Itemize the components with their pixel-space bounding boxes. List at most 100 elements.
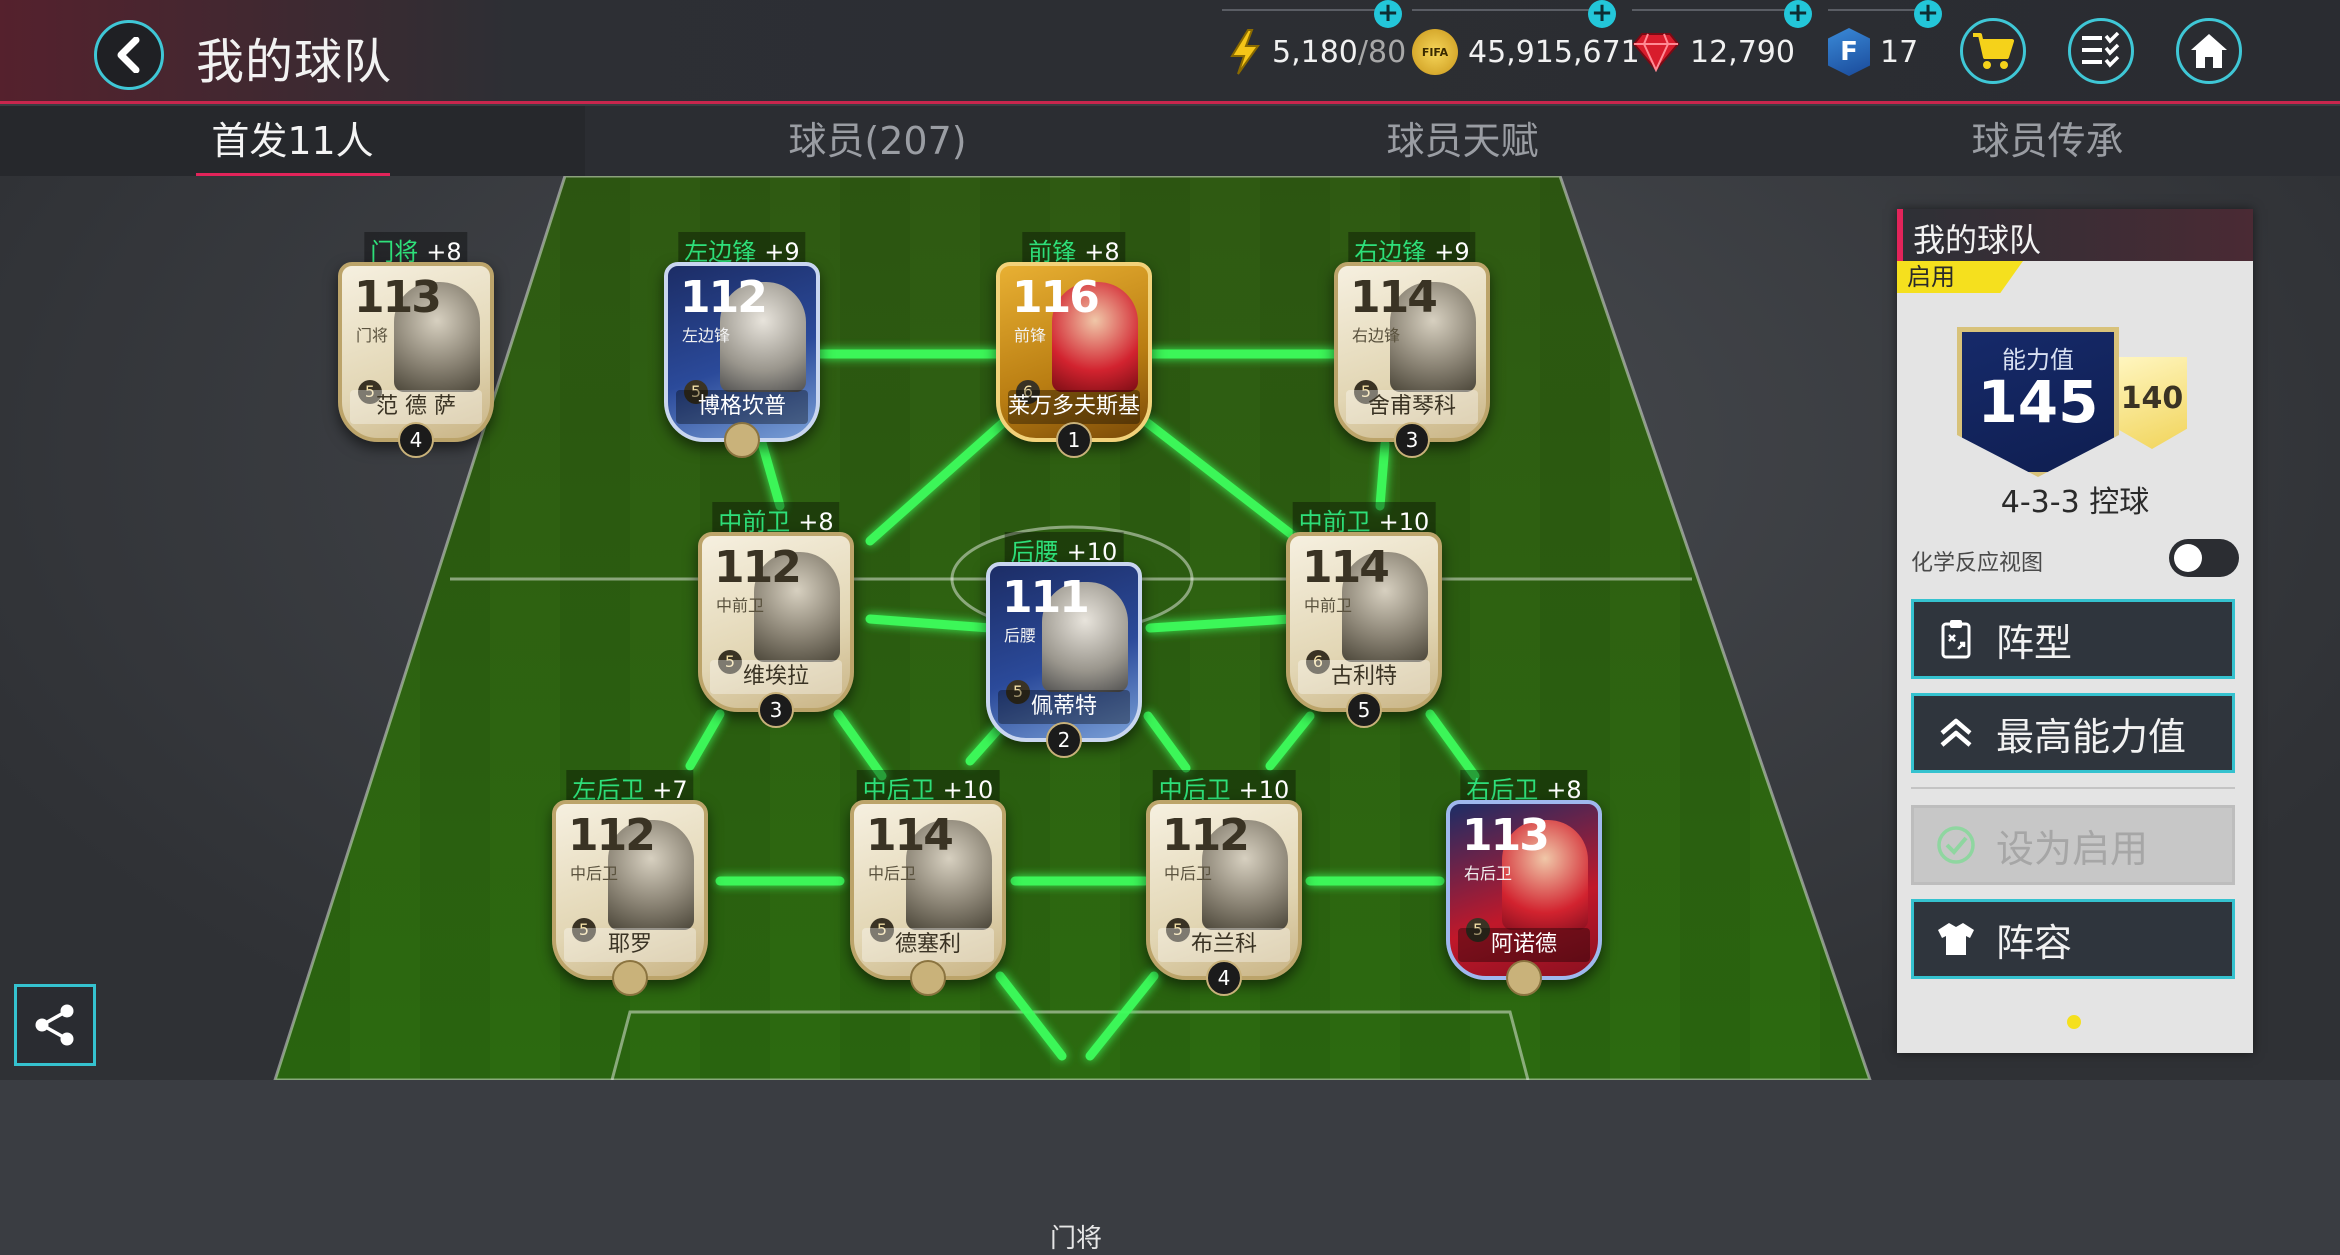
page-indicator-dot xyxy=(2067,1015,2081,1029)
energy-resource: 5,180/80 xyxy=(1228,20,1406,84)
home-button[interactable] xyxy=(2176,18,2242,84)
add-points-button[interactable]: + xyxy=(1914,0,1942,28)
back-button[interactable] xyxy=(94,20,164,90)
shopping-cart-icon xyxy=(1973,33,2014,69)
player-card-left-wing[interactable]: 左边锋 +9 112 左边锋 5 博格坎普 xyxy=(664,232,820,458)
player-name: 博格坎普 xyxy=(676,390,808,424)
secondary-rating-value: 140 xyxy=(2120,381,2184,416)
resource-divider xyxy=(1412,9,1608,11)
player-rating: 113 xyxy=(1462,810,1550,861)
tab-players[interactable]: 球员(207) xyxy=(585,106,1170,176)
resource-divider xyxy=(1632,9,1804,11)
rank-badge: 5 xyxy=(1346,692,1382,728)
coins-resource: FIFA 45,915,671 xyxy=(1412,20,1640,84)
tab-player-talents[interactable]: 球员天赋 xyxy=(1170,106,1755,176)
player-rating: 116 xyxy=(1012,272,1100,323)
share-button[interactable] xyxy=(14,984,96,1066)
resource-divider xyxy=(1222,9,1390,11)
coin-icon-text: FIFA xyxy=(1421,45,1449,59)
player-name: 耶罗 xyxy=(564,928,696,962)
check-circle-icon xyxy=(1936,825,1976,865)
ruby-gem-icon xyxy=(1632,33,1680,72)
rank-emblem xyxy=(612,960,648,996)
card-frame: 114 中前卫 6 古利特 xyxy=(1286,532,1442,712)
max-rating-button[interactable]: 最高能力值 xyxy=(1911,693,2235,773)
top-bar: 我的球队 + 5,180/80 + FIFA 45,915,671 + 12,7… xyxy=(0,0,2340,104)
rank-badge: 4 xyxy=(398,422,434,458)
tasks-button[interactable] xyxy=(2068,18,2134,84)
player-card-left-central-midfielder[interactable]: 中前卫 +8 112 中前卫 5 维埃拉 3 xyxy=(698,502,854,728)
player-card-right-back[interactable]: 右后卫 +8 113 右后卫 5 阿诺德 xyxy=(1446,770,1602,996)
coins-value: 45,915,671 xyxy=(1468,34,1640,70)
chevron-left-icon xyxy=(117,37,140,73)
card-position: 中前卫 xyxy=(1304,596,1353,615)
chemistry-view-label: 化学反应视图 xyxy=(1911,551,2044,576)
card-frame: 112 中前卫 5 维埃拉 xyxy=(698,532,854,712)
player-card-right-central-midfielder[interactable]: 中前卫 +10 114 中前卫 6 古利特 5 xyxy=(1286,502,1442,728)
player-card-left-centre-back[interactable]: 中后卫 +10 114 中后卫 5 德塞利 xyxy=(850,770,1006,996)
points-resource: F 17 xyxy=(1828,20,1918,84)
player-rating: 114 xyxy=(1302,542,1390,593)
rank-emblem xyxy=(724,422,760,458)
fifa-coin-icon: FIFA xyxy=(1412,29,1458,75)
player-name: 布兰科 xyxy=(1158,928,1290,962)
player-name: 古利特 xyxy=(1298,660,1430,694)
player-card-defensive-midfielder[interactable]: 后腰 +10 111 后腰 5 佩蒂特 2 xyxy=(986,532,1142,758)
card-frame: 111 后腰 5 佩蒂特 xyxy=(986,562,1142,742)
player-card-goalkeeper[interactable]: 门将 +8 113 门将 5 范 德 萨 4 xyxy=(338,232,494,458)
player-name: 佩蒂特 xyxy=(998,690,1130,724)
rank-badge: 3 xyxy=(758,692,794,728)
card-frame: 113 门将 5 范 德 萨 xyxy=(338,262,494,442)
energy-max: /80 xyxy=(1357,34,1407,70)
card-position: 中后卫 xyxy=(570,864,619,883)
double-chevron-up-icon xyxy=(1936,713,1976,753)
player-card-right-wing[interactable]: 右边锋 +9 114 右边锋 5 舍甫琴科 3 xyxy=(1334,232,1490,458)
player-card-striker[interactable]: 前锋 +8 116 前锋 6 莱万多夫斯基 1 xyxy=(996,232,1152,458)
card-frame: 112 中后卫 5 耶罗 xyxy=(552,800,708,980)
player-rating: 112 xyxy=(714,542,802,593)
card-position: 后腰 xyxy=(1004,626,1037,645)
lineup-button-label: 阵容 xyxy=(1996,920,2073,965)
player-card-right-centre-back[interactable]: 中后卫 +10 112 中后卫 5 布兰科 4 xyxy=(1146,770,1302,996)
home-icon xyxy=(2191,34,2227,68)
jersey-icon xyxy=(1936,919,1976,959)
set-active-button-label: 设为启用 xyxy=(1996,826,2149,871)
lineup-button[interactable]: 阵容 xyxy=(1911,899,2235,979)
formation-button[interactable]: 阵型 xyxy=(1911,599,2235,679)
tab-bar: 首发11人 球员(207) 球员天赋 球员传承 xyxy=(0,106,2340,179)
card-frame: 114 中后卫 5 德塞利 xyxy=(850,800,1006,980)
player-rating: 111 xyxy=(1002,572,1090,623)
panel-divider xyxy=(1911,787,2235,789)
player-card-left-back[interactable]: 左后卫 +7 112 中后卫 5 耶罗 xyxy=(552,770,708,996)
tab-starting-eleven[interactable]: 首发11人 xyxy=(0,106,585,179)
card-position: 中后卫 xyxy=(868,864,917,883)
rank-emblem xyxy=(1506,960,1542,996)
card-frame: 116 前锋 6 莱万多夫斯基 xyxy=(996,262,1152,442)
secondary-rating-badge: 140 xyxy=(2117,357,2187,449)
checklist-icon xyxy=(2082,32,2120,68)
card-position: 前锋 xyxy=(1014,326,1047,345)
card-position: 中后卫 xyxy=(1164,864,1213,883)
player-name: 莱万多夫斯基 xyxy=(1008,390,1140,424)
fifa-points-icon: F xyxy=(1828,28,1870,76)
points-icon-text: F xyxy=(1840,37,1858,67)
tab-player-legacy[interactable]: 球员传承 xyxy=(1755,106,2340,176)
rank-badge: 1 xyxy=(1056,422,1092,458)
team-rating-badge: 能力值 145 xyxy=(1957,327,2119,477)
active-tag: 启用 xyxy=(1897,261,2023,293)
player-name: 舍甫琴科 xyxy=(1346,390,1478,424)
player-name: 德塞利 xyxy=(862,928,994,962)
rank-badge: 3 xyxy=(1394,422,1430,458)
card-frame: 112 中后卫 5 布兰科 xyxy=(1146,800,1302,980)
clipboard-tactics-icon xyxy=(1936,619,1976,659)
set-active-button[interactable]: 设为启用 xyxy=(1911,805,2235,885)
team-rating-value: 145 xyxy=(1977,368,2099,436)
goalkeeper-slot-label: 门将 xyxy=(1050,1224,1103,1254)
lightning-icon xyxy=(1230,29,1260,75)
chemistry-view-toggle[interactable] xyxy=(2169,539,2239,577)
store-button[interactable] xyxy=(1960,18,2026,84)
card-frame: 113 右后卫 5 阿诺德 xyxy=(1446,800,1602,980)
card-frame: 112 左边锋 5 博格坎普 xyxy=(664,262,820,442)
player-name: 阿诺德 xyxy=(1458,928,1590,962)
gems-value: 12,790 xyxy=(1690,34,1795,70)
